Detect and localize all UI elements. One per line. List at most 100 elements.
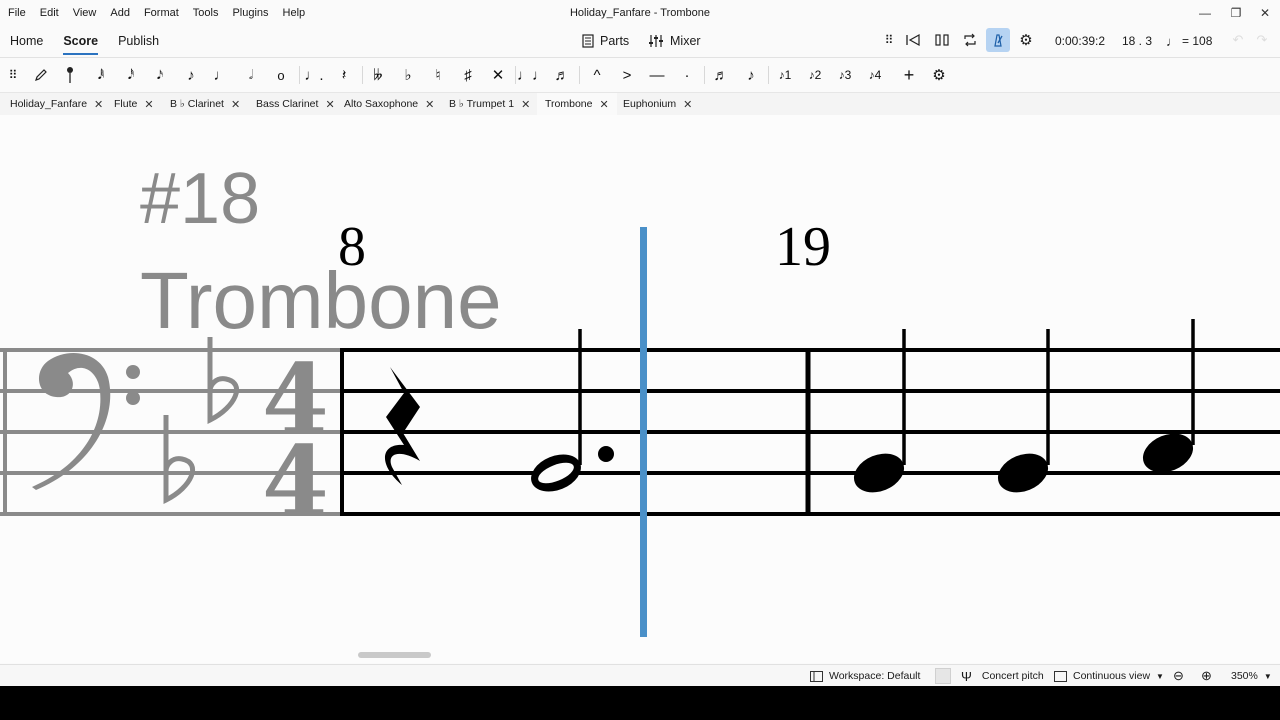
menu-edit[interactable]: Edit [33, 0, 66, 26]
tab-bass-clarinet[interactable]: Bass Clarinet ✕ [256, 93, 335, 115]
zoom-level-dropdown[interactable]: 350% ▼ [1231, 665, 1272, 687]
loop-button[interactable] [958, 28, 982, 52]
minimize-button[interactable]: — [1190, 0, 1220, 26]
close-icon[interactable]: ✕ [683, 98, 692, 111]
score-canvas[interactable]: #18 Trombone 8 19 4 4 [0, 115, 1280, 663]
toolbar-settings-button[interactable]: ⚙ [926, 62, 952, 88]
quarter-note[interactable] [848, 329, 910, 499]
tuplet-button[interactable]: ♬ [708, 62, 734, 88]
menu-add[interactable]: Add [103, 0, 137, 26]
checkbox[interactable] [935, 668, 951, 684]
menu-tools[interactable]: Tools [186, 0, 226, 26]
close-window-button[interactable]: ✕ [1250, 0, 1280, 26]
workspace-icon [810, 670, 823, 682]
redo-button[interactable]: ↷ [1250, 28, 1274, 52]
rest-button[interactable]: 𝄽 [331, 62, 357, 88]
tab-clarinet[interactable]: B ♭ Clarinet ✕ [170, 93, 240, 115]
position-readout: 18 . 3 [1122, 34, 1153, 48]
score-view: #18 Trombone 8 19 4 4 [0, 159, 1280, 658]
menu-file[interactable]: File [0, 0, 33, 26]
flat-button[interactable]: ♭ [395, 62, 421, 88]
tab-score[interactable]: Score [53, 26, 108, 56]
close-icon[interactable]: ✕ [94, 98, 103, 111]
playback-cursor[interactable] [640, 227, 647, 637]
tab-trombone[interactable]: Trombone ✕ [537, 93, 617, 115]
close-icon[interactable]: ✕ [144, 98, 153, 111]
duration-64th[interactable]: 𝅘𝅥𝅱 [88, 62, 114, 88]
quarter-note[interactable] [992, 329, 1054, 499]
drag-handle[interactable]: ⠿ [877, 28, 901, 52]
nav-row: Home Score Publish Parts Mixer ⠿ ⚙ 0:00:… [0, 26, 1280, 56]
voice-3-button[interactable]: ♪3 [832, 62, 858, 88]
restore-button[interactable]: ❐ [1221, 0, 1251, 26]
voice-1-button[interactable]: ♪1 [772, 62, 798, 88]
zoom-in-icon: ⊕ [1201, 668, 1212, 683]
menu-view[interactable]: View [66, 0, 104, 26]
musescore-window: File Edit View Add Format Tools Plugins … [0, 0, 1280, 687]
add-button[interactable]: + [896, 62, 922, 88]
tab-holiday-fanfare[interactable]: Holiday_Fanfare ✕ [10, 93, 103, 115]
double-sharp-button[interactable]: ✕ [485, 62, 511, 88]
loop-icon [964, 33, 976, 47]
parts-button[interactable]: Parts [582, 26, 629, 56]
zoom-out-button[interactable]: ⊖ [1173, 665, 1184, 687]
tab-publish[interactable]: Publish [108, 26, 169, 56]
metronome-button[interactable] [986, 28, 1010, 52]
workspace-label: Workspace: Default [829, 670, 921, 682]
mixer-button[interactable]: Mixer [648, 26, 701, 56]
staccato-icon: · [684, 66, 690, 84]
close-icon[interactable]: ✕ [325, 98, 334, 111]
play-button[interactable] [930, 28, 954, 52]
concert-pitch-toggle[interactable]: Ψ Concert pitch [935, 665, 1044, 687]
menu-plugins[interactable]: Plugins [225, 0, 275, 26]
playback-settings-button[interactable]: ⚙ [1014, 28, 1038, 52]
tempo-readout[interactable]: ♩ = 108 [1166, 26, 1212, 56]
duration-quarter[interactable]: ♩ [208, 62, 234, 88]
duration-32nd[interactable]: 𝅘𝅥𝅰 [118, 62, 144, 88]
tie-button[interactable]: ♩♩ [517, 62, 547, 88]
view-mode-dropdown[interactable]: Continuous view ▼ [1054, 665, 1164, 687]
accent-button[interactable]: > [614, 62, 640, 88]
voice-2-button[interactable]: ♪2 [802, 62, 828, 88]
marcato-button[interactable]: ^ [584, 62, 610, 88]
note-input-toolbar: ⠿ 𝅘𝅥𝅱 𝅘𝅥𝅰 𝅘𝅥𝅯 ♪ ♩ 𝅗𝅥 o ♩. 𝄽 𝄫 ♭ ♮ ♯ ✕ ♩♩… [0, 57, 1280, 92]
duration-16th[interactable]: 𝅘𝅥𝅯 [147, 62, 173, 88]
undo-button[interactable]: ↶ [1226, 28, 1250, 52]
duration-whole[interactable]: o [268, 62, 294, 88]
flip-direction-button[interactable]: ♪ [738, 62, 764, 88]
tab-alto-saxophone[interactable]: Alto Saxophone ✕ [344, 93, 434, 115]
close-icon[interactable]: ✕ [521, 98, 530, 111]
sharp-button[interactable]: ♯ [455, 62, 481, 88]
duration-eighth[interactable]: ♪ [178, 62, 204, 88]
staccato-button[interactable]: · [674, 62, 700, 88]
voice-4-icon: ♪4 [868, 68, 882, 82]
tab-home[interactable]: Home [0, 26, 53, 56]
duration-half[interactable]: 𝅗𝅥 [238, 62, 264, 88]
note-input-button[interactable] [28, 62, 54, 88]
close-icon[interactable]: ✕ [231, 98, 240, 111]
zoom-in-button[interactable]: ⊕ [1201, 665, 1212, 687]
tab-trumpet-1[interactable]: B ♭ Trumpet 1 ✕ [449, 93, 530, 115]
voice-4-button[interactable]: ♪4 [862, 62, 888, 88]
augmentation-dot-button[interactable]: ♩. [301, 62, 327, 88]
horizontal-scrollbar[interactable] [358, 652, 431, 658]
menu-help[interactable]: Help [276, 0, 313, 26]
menu-format[interactable]: Format [137, 0, 186, 26]
quarter-rest[interactable] [384, 367, 420, 485]
key-signature-flats [163, 337, 240, 505]
close-icon[interactable]: ✕ [599, 98, 608, 111]
workspace-selector[interactable]: Workspace: Default [810, 665, 920, 687]
rewind-button[interactable] [901, 28, 925, 52]
tab-flute[interactable]: Flute ✕ [114, 93, 154, 115]
close-icon[interactable]: ✕ [425, 98, 434, 111]
toolbar-divider [579, 66, 580, 84]
tie-icon: ♩♩ [517, 66, 547, 84]
double-flat-button[interactable]: 𝄫 [365, 62, 391, 88]
slur-button[interactable]: ♬ [549, 62, 575, 88]
tab-euphonium[interactable]: Euphonium ✕ [623, 93, 692, 115]
accent-pin-button[interactable] [57, 62, 83, 88]
natural-button[interactable]: ♮ [425, 62, 451, 88]
quarter-note[interactable] [1137, 319, 1199, 479]
tenuto-button[interactable]: — [644, 62, 670, 88]
toolbar-grip[interactable]: ⠿ [0, 62, 26, 88]
